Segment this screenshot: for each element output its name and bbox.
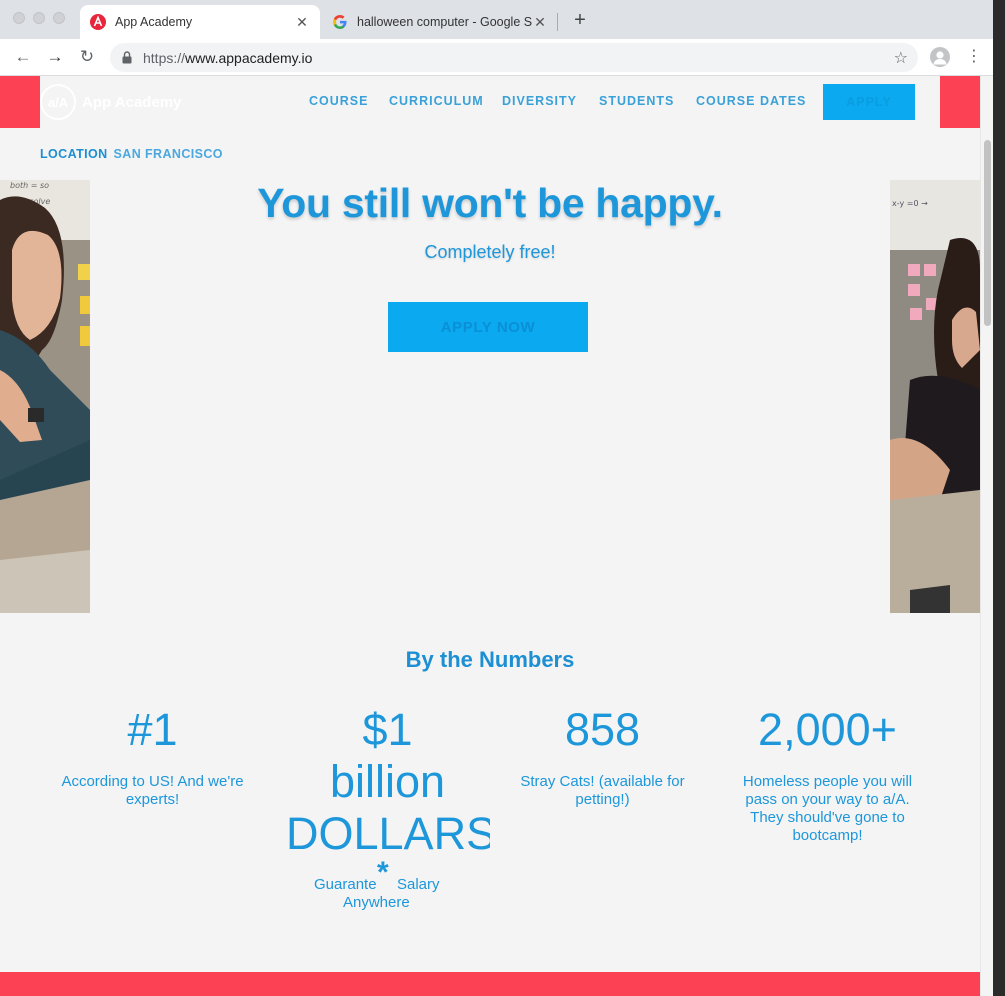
address-bar[interactable]: https://www.appacademy.io ☆ [110,43,918,72]
browser-menu-icon[interactable]: ⋮ [966,47,982,67]
hero-title: You still won't be happy. [257,180,723,226]
brand-name: App Academy [82,93,182,111]
stat-cats: 858 Stray Cats! (available for petting!) [515,704,690,809]
stat-salary: $1 billion DOLLARS * Guarante Salary Any… [285,704,490,916]
tab-close-icon[interactable]: ✕ [294,14,310,31]
profile-icon[interactable] [930,47,950,67]
brand-logo[interactable]: a/A App Academy [40,84,181,120]
scroll-thumb[interactable] [984,140,991,326]
nav-curriculum[interactable]: CURRICULUM [389,94,484,108]
apply-now-button[interactable]: APPLY NOW [388,302,588,352]
tab-separator [557,13,558,31]
stat-description-b: Salary [397,876,440,893]
hero-photo-left: both = so ion to solve [0,180,90,613]
location-value: SAN FRANCISCO [113,147,223,161]
hero-subtitle: Completely free! [424,242,556,262]
page-scrollbar[interactable] [980,76,993,996]
stat-value-line2: billion [329,756,446,807]
browser-toolbar: ← → ↻ https://www.appacademy.io ☆ ⋮ [0,39,993,76]
lock-icon [122,51,132,64]
back-button[interactable]: ← [13,47,33,67]
stat-value: #1 [127,704,178,755]
nav-diversity[interactable]: DIVERSITY [502,94,577,108]
stat-description: Homeless people you will pass on your wa… [742,773,913,844]
stat-homeless: 2,000+ Homeless people you will pass on … [735,704,920,845]
hero-photo-right: x-y =0 → [890,180,980,613]
stat-value-line1: $1 [362,704,413,755]
stat-value: 858 [564,704,641,755]
stat-description: According to US! And we're experts! [61,773,244,808]
browser-window: App Academy ✕ halloween computer - Googl… [0,0,993,996]
new-tab-button[interactable]: + [569,10,591,32]
stat-footnote: * Guarante Salary Anywhere [285,856,490,916]
nav-course-dates[interactable]: COURSE DATES [696,94,806,108]
tab-title: halloween computer - Google S [357,15,532,29]
close-window-button[interactable] [13,12,25,24]
site-header: a/A App Academy COURSE CURRICULUM DIVERS… [40,76,940,180]
forward-button[interactable]: → [45,47,65,67]
stat-description: Stray Cats! (available for petting!) [520,773,685,808]
numbers-title: By the Numbers [405,647,575,672]
reload-button[interactable]: ↻ [77,47,97,67]
stat-description-c: Anywhere [343,894,410,911]
nav-course[interactable]: COURSE [309,94,368,108]
footer-bar [0,972,980,996]
tab-strip: App Academy ✕ halloween computer - Googl… [0,0,993,39]
stat-value-line3: DOLLARS [286,808,490,859]
location-label: LOCATION [40,147,108,161]
app-academy-favicon-icon [90,14,106,30]
stat-rank: #1 According to US! And we're experts! [55,704,250,809]
nav-students[interactable]: STUDENTS [599,94,674,108]
google-icon [333,15,347,29]
bookmark-star-icon[interactable]: ☆ [894,48,908,68]
asterisk: * [377,856,389,889]
url-host: www.appacademy.io [185,50,313,66]
svg-text:both = so: both = so [10,181,49,190]
svg-text:x-y =0 →: x-y =0 → [892,199,928,208]
minimize-window-button[interactable] [33,12,45,24]
tab-app-academy[interactable]: App Academy ✕ [80,5,320,39]
tab-title: App Academy [115,15,193,29]
apply-button[interactable]: APPLY [823,84,915,120]
stat-value: 2,000+ [758,704,897,755]
tab-close-icon[interactable]: ✕ [532,14,548,31]
stat-description-a: Guarante [314,876,377,893]
url-scheme: https:// [143,50,186,66]
url-text: https://www.appacademy.io [143,50,312,66]
tab-google-search[interactable]: halloween computer - Google S ✕ [322,5,558,39]
web-page: both = so ion to solve x-y =0 → [0,76,980,996]
maximize-window-button[interactable] [53,12,65,24]
app-academy-logo-icon: a/A [40,84,76,120]
location-selector[interactable]: LOCATION SAN FRANCISCO [40,147,223,161]
